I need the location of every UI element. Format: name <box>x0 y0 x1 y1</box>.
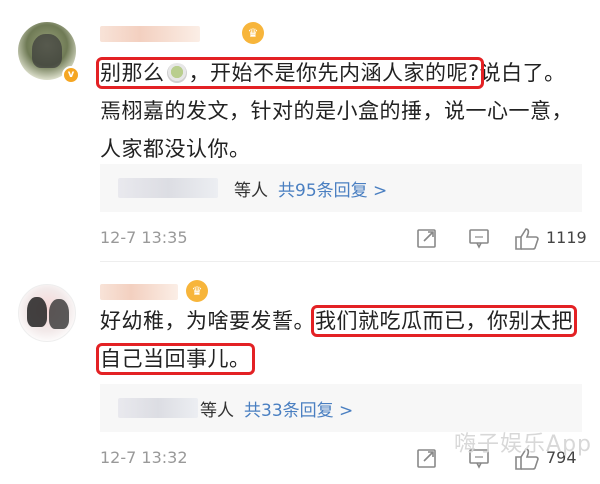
comment-text: 别那么 ，开始不是你先内涵人家的呢?说白了。焉栩嘉的发文，针对的是小盒的捶，说一心… <box>96 54 578 168</box>
comment-text-plain: 好幼稚，为啥要发誓。 <box>100 309 315 333</box>
replies-summary[interactable]: 等人 共95条回复 > <box>100 164 582 212</box>
avatar-figure <box>49 299 69 329</box>
comment-meta: 12-7 13:35 1119 <box>100 224 588 254</box>
reply-users-blurred <box>118 178 218 198</box>
highlight-box: 别那么 ，开始不是你先内涵人家的呢? <box>96 57 484 89</box>
like-icon <box>515 228 539 250</box>
username-blur <box>100 26 200 42</box>
comment-card: v ♛ 别那么 ，开始不是你先内涵人家的呢?说白了。焉栩嘉的发文，针对的是小盒的捶… <box>0 0 600 262</box>
replies-label: 等人 <box>234 181 268 201</box>
crown-icon: ♛ <box>186 280 208 302</box>
avatar-figure <box>32 34 62 68</box>
avatar-figure <box>27 297 47 327</box>
timestamp: 12-7 13:32 <box>100 448 188 467</box>
like-count: 1119 <box>546 228 587 247</box>
comment-icon[interactable] <box>468 224 492 254</box>
share-icon[interactable] <box>416 444 440 474</box>
replies-link[interactable]: 共33条回复 > <box>244 401 353 421</box>
crown-icon: ♛ <box>242 22 264 44</box>
username-blur <box>100 284 178 300</box>
comment-text: 好幼稚，为啥要发誓。我们就吃瓜而已，你别太把自己当回事儿。 <box>96 302 578 378</box>
comment-text-highlight: 别那么 <box>100 61 165 85</box>
reply-users-blurred <box>118 398 198 418</box>
replies-label: 等人 <box>200 401 234 421</box>
avatar[interactable] <box>18 284 76 342</box>
share-icon[interactable] <box>416 224 440 254</box>
like-button[interactable]: 1119 <box>514 224 594 254</box>
replies-link[interactable]: 共95条回复 > <box>278 181 387 201</box>
watermark: 嗨子娱乐App <box>454 432 592 457</box>
tea-emoji-icon <box>166 63 187 83</box>
replies-summary[interactable]: 等人 共33条回复 > <box>100 384 582 432</box>
vip-badge-icon: v <box>62 66 80 84</box>
username-blurred[interactable]: ♛ <box>100 20 264 50</box>
comment-text-highlight-rest: ，开始不是你先内涵人家的呢? <box>188 61 480 85</box>
timestamp: 12-7 13:35 <box>100 228 188 247</box>
